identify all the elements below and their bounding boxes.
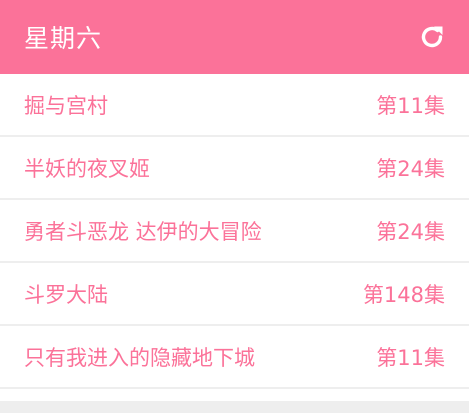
list-item[interactable]: 只有我进入的隐藏地下城 第11集 xyxy=(0,326,469,387)
anime-title: 半妖的夜叉姬 xyxy=(24,156,150,181)
anime-title: 只有我进入的隐藏地下城 xyxy=(24,345,255,370)
anime-title: 勇者斗恶龙 达伊的大冒险 xyxy=(24,219,262,244)
list-item[interactable]: 半妖的夜叉姬 第24集 xyxy=(0,137,469,198)
anime-title: 掘与宫村 xyxy=(24,93,108,118)
list-item[interactable]: 斗罗大陆 第148集 xyxy=(0,263,469,324)
episode-label: 第11集 xyxy=(376,93,445,118)
app-window: 星期六 掘与宫村 第11集 半妖的夜叉姬 第24集 勇者斗恶龙 达伊的大冒险 第… xyxy=(0,0,469,413)
episode-label: 第148集 xyxy=(362,282,445,307)
day-header: 星期六 xyxy=(0,0,469,74)
day-title: 星期六 xyxy=(24,24,103,53)
list-item[interactable]: 勇者斗恶龙 达伊的大冒险 第24集 xyxy=(0,200,469,261)
episode-label: 第24集 xyxy=(376,219,445,244)
episode-label: 第11集 xyxy=(376,345,445,370)
anime-list: 掘与宫村 第11集 半妖的夜叉姬 第24集 勇者斗恶龙 达伊的大冒险 第24集 … xyxy=(0,74,469,387)
anime-title: 斗罗大陆 xyxy=(24,282,108,307)
partial-next-row xyxy=(0,389,469,401)
refresh-icon[interactable] xyxy=(417,22,447,52)
episode-label: 第24集 xyxy=(376,156,445,181)
list-item[interactable]: 掘与宫村 第11集 xyxy=(0,74,469,135)
refresh-icon-graphic xyxy=(421,26,443,48)
